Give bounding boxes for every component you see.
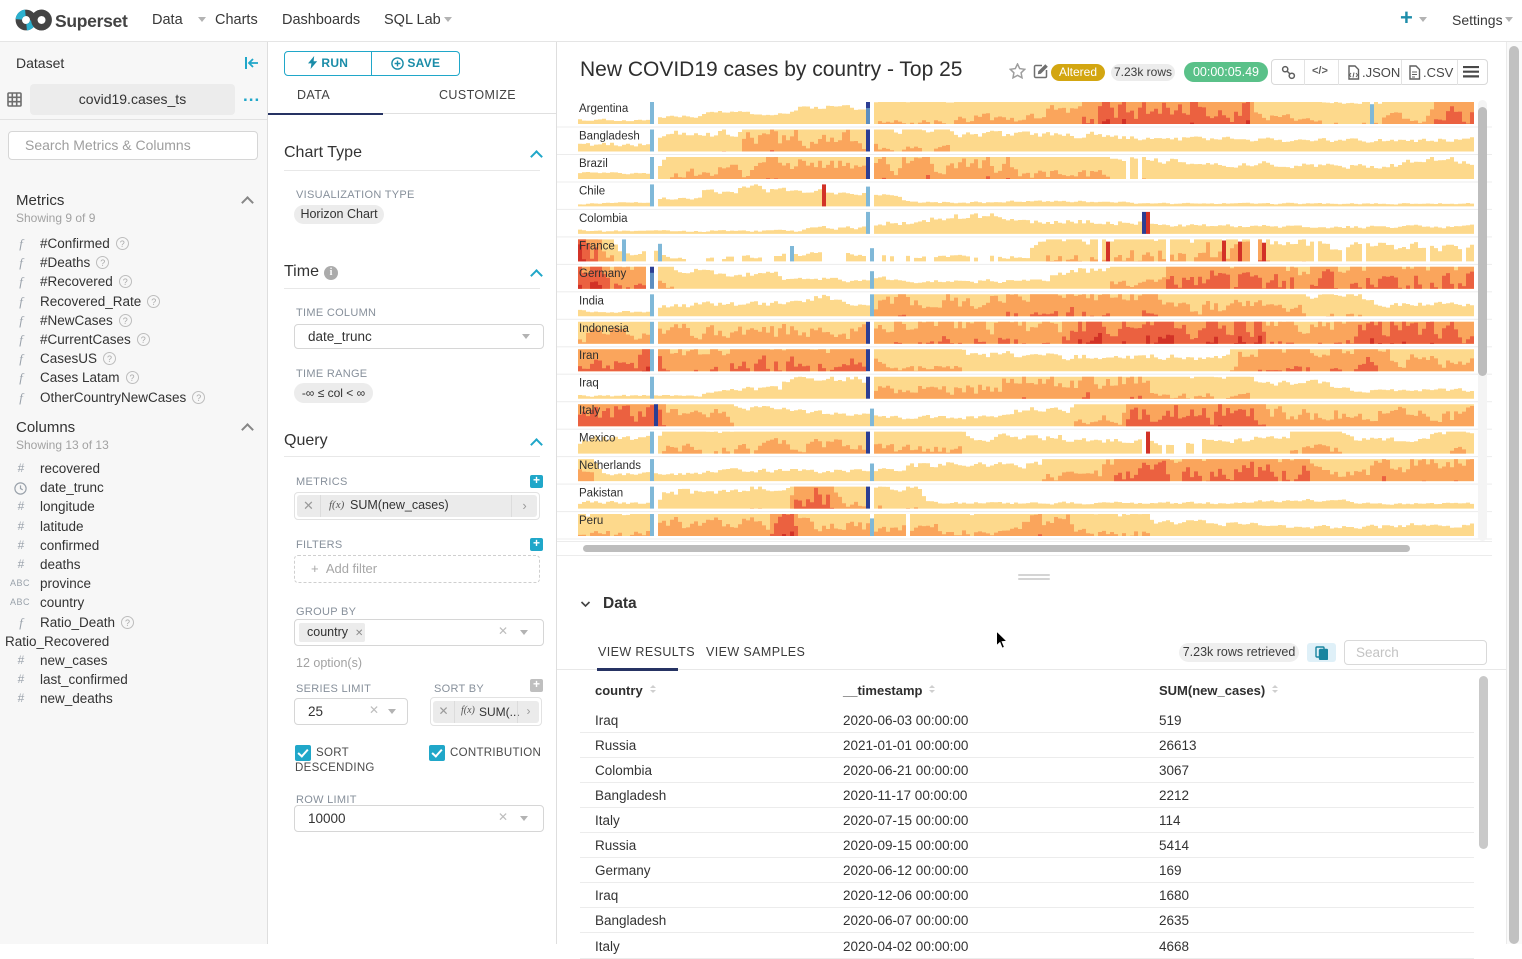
svg-text:Netherlands: Netherlands	[579, 460, 641, 472]
svg-text:Colombia: Colombia	[579, 213, 628, 225]
svg-text:Peru: Peru	[579, 515, 603, 527]
svg-text:Pakistan: Pakistan	[579, 488, 623, 500]
svg-text:Chile: Chile	[579, 185, 605, 197]
svg-text:France: France	[579, 240, 615, 252]
svg-text:Argentina: Argentina	[579, 103, 629, 115]
svg-text:Brazil: Brazil	[579, 158, 608, 170]
svg-text:Iraq: Iraq	[579, 378, 599, 390]
svg-text:Indonesia: Indonesia	[579, 323, 629, 335]
svg-text:Germany: Germany	[579, 268, 627, 280]
svg-text:Mexico: Mexico	[579, 433, 615, 445]
svg-text:Italy: Italy	[579, 405, 600, 417]
svg-text:India: India	[579, 295, 605, 307]
svg-text:Iran: Iran	[579, 350, 599, 362]
svg-text:Bangladesh: Bangladesh	[579, 131, 640, 143]
